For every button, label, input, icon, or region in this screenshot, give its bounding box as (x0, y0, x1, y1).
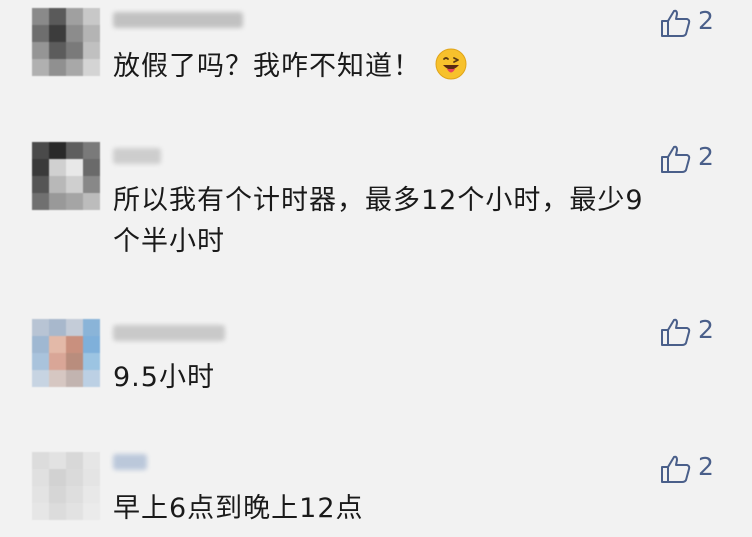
like-button[interactable]: 2 (660, 142, 722, 174)
thumbs-up-icon (661, 9, 691, 37)
avatar[interactable] (32, 142, 100, 210)
comment-item: 放假了吗？我咋不知道！ 2 (0, 0, 752, 120)
username-blurred[interactable] (113, 325, 225, 341)
grinning-tongue-wink-emoji (435, 48, 467, 80)
like-count: 2 (698, 6, 714, 35)
comment-text: 早上6点到晚上12点 (113, 488, 713, 529)
username-blurred[interactable] (113, 454, 147, 470)
avatar[interactable] (32, 319, 100, 387)
comment-text: 所以我有个计时器，最多12个小时，最少9 个半小时 (113, 180, 713, 262)
like-button[interactable]: 2 (660, 6, 722, 38)
username-blurred[interactable] (113, 148, 161, 164)
comment-text-content: 早上6点到晚上12点 (113, 493, 364, 524)
like-button[interactable]: 2 (660, 315, 722, 347)
avatar[interactable] (32, 452, 100, 520)
like-count: 2 (698, 452, 714, 481)
like-button[interactable]: 2 (660, 452, 722, 484)
comment-item: 早上6点到晚上12点 2 (0, 432, 752, 537)
like-count: 2 (698, 142, 714, 171)
comment-text: 9.5小时 (113, 357, 713, 398)
thumbs-up-icon (661, 145, 691, 173)
comment-item: 9.5小时 2 (0, 295, 752, 435)
comment-text-content: 9.5小时 (113, 362, 215, 393)
comment-text-line: 个半小时 (113, 226, 225, 257)
avatar[interactable] (32, 8, 100, 76)
comment-item: 所以我有个计时器，最多12个小时，最少9 个半小时 2 (0, 120, 752, 290)
thumbs-up-icon (661, 455, 691, 483)
like-count: 2 (698, 315, 714, 344)
comment-text: 放假了吗？我咋不知道！ (113, 46, 713, 87)
comment-text-content: 放假了吗？我咋不知道！ (113, 51, 421, 82)
thumbs-up-icon (661, 318, 691, 346)
comment-text-line: 所以我有个计时器，最多12个小时，最少9 (113, 185, 644, 216)
username-blurred[interactable] (113, 12, 243, 28)
